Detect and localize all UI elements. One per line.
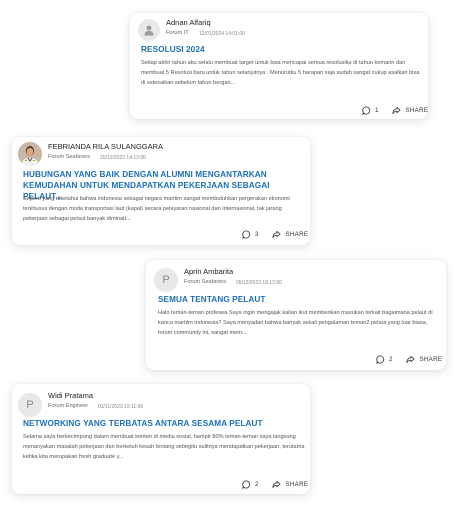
post-excerpt: Seperti yang diketahui bahwa indonesia s… — [23, 196, 290, 222]
comment-count: 1 — [375, 107, 379, 114]
share-arrow-icon — [272, 480, 281, 489]
forum-name[interactable]: Forum Seafarers — [184, 279, 226, 285]
user-photo-avatar — [18, 142, 42, 166]
author-name[interactable]: Adnan Alfariq — [166, 18, 211, 27]
author-name[interactable]: FEBRIANDA RILA SULANGGARA — [48, 142, 163, 151]
forum-name[interactable]: Forum Engineer — [48, 403, 88, 409]
comment-button[interactable]: 3 — [242, 230, 258, 239]
post-card[interactable]: Adnan Alfariq Forum IT 12/01/2024 14:01:… — [130, 13, 428, 119]
share-label: SHARE — [285, 231, 309, 238]
post-card[interactable]: P Widi Pratama Forum Engineer 03/11/2023… — [12, 384, 310, 494]
comment-bubble-icon — [362, 106, 371, 115]
comment-count: 2 — [389, 356, 393, 363]
share-label: SHARE — [419, 356, 443, 363]
forum-name[interactable]: Forum Seafarers — [48, 154, 90, 160]
author-name[interactable]: Widi Pratama — [48, 391, 93, 400]
share-arrow-icon — [406, 355, 415, 364]
comment-bubble-icon — [242, 480, 251, 489]
comment-count: 3 — [255, 231, 259, 238]
post-excerpt: Halo teman-teman profesea Saya ingin men… — [158, 310, 433, 336]
post-actions: 2 SHARE — [242, 480, 308, 489]
post-title[interactable]: RESOLUSI 2024 — [141, 44, 421, 55]
comment-count: 2 — [255, 481, 259, 488]
post-date: 05/12/2023 18:12:00 — [236, 279, 282, 286]
post-excerpt: Selama saya berkecimpung dalam membuat k… — [23, 434, 305, 460]
post-date: 20/12/2023 14:12:00 — [100, 154, 146, 161]
user-placeholder-icon — [138, 19, 160, 41]
comment-button[interactable]: 2 — [242, 480, 258, 489]
post-date: 03/11/2023 19:11:00 — [98, 403, 144, 410]
post-card[interactable]: P Aprin Ambarita Forum Seafarers 05/12/2… — [146, 260, 446, 370]
post-title[interactable]: NETWORKING YANG TERBATAS ANTARA SESAMA P… — [23, 418, 303, 429]
post-actions: 1 SHARE — [362, 106, 428, 115]
share-button[interactable]: SHARE — [272, 480, 308, 489]
post-date: 12/01/2024 14:01:00 — [199, 30, 245, 37]
comment-button[interactable]: 1 — [362, 106, 378, 115]
share-button[interactable]: SHARE — [406, 355, 442, 364]
comment-bubble-icon — [376, 355, 385, 364]
post-title[interactable]: SEMUA TENTANG PELAUT — [158, 294, 438, 305]
post-actions: 2 SHARE — [376, 355, 442, 364]
share-label: SHARE — [285, 481, 309, 488]
comment-button[interactable]: 2 — [376, 355, 392, 364]
post-card[interactable]: FEBRIANDA RILA SULANGGARA Forum Seafarer… — [12, 137, 310, 245]
post-excerpt: Setiap akhir tahun aku selalu membuat ta… — [141, 60, 420, 86]
comment-bubble-icon — [242, 230, 251, 239]
share-button[interactable]: SHARE — [272, 230, 308, 239]
forum-name[interactable]: Forum IT — [166, 30, 189, 36]
share-button[interactable]: SHARE — [392, 106, 428, 115]
avatar-letter-placeholder: P — [18, 393, 42, 417]
share-arrow-icon — [272, 230, 281, 239]
share-arrow-icon — [392, 106, 401, 115]
share-label: SHARE — [405, 107, 429, 114]
author-name[interactable]: Aprin Ambarita — [184, 267, 233, 276]
post-actions: 3 SHARE — [242, 230, 308, 239]
avatar-letter-placeholder: P — [154, 268, 178, 292]
